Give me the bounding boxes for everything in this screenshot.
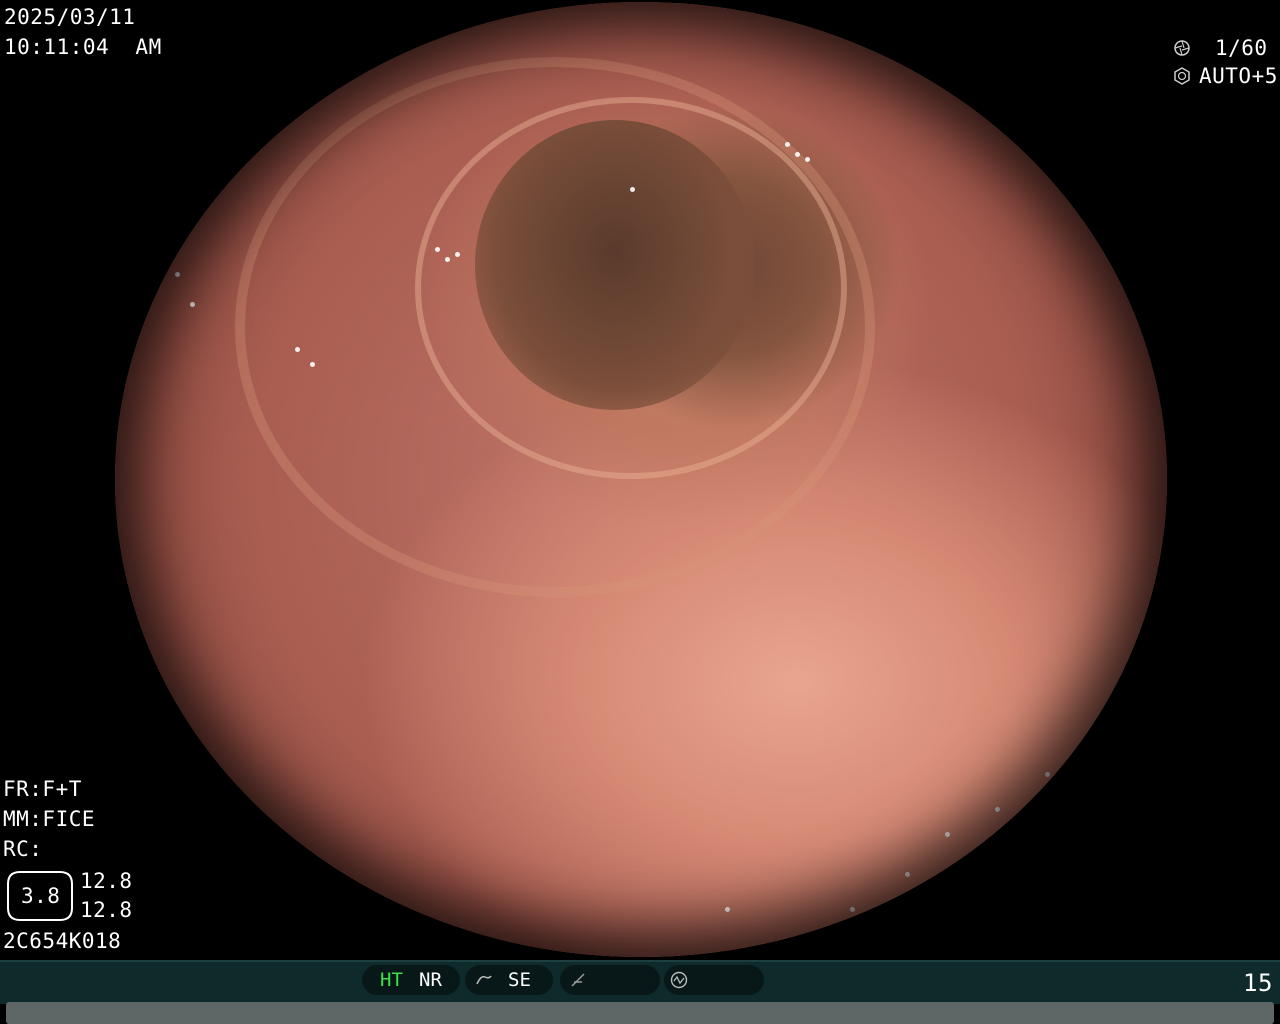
- iris-icon: [1174, 67, 1190, 85]
- reflection: [795, 152, 800, 157]
- frame-count: 15: [1243, 969, 1273, 997]
- reflection: [175, 272, 180, 277]
- reflection: [190, 302, 195, 307]
- curve-icon: [476, 975, 492, 985]
- edge-icon: [571, 973, 585, 987]
- mm-setting: MM:FICE: [3, 807, 96, 831]
- reflection: [295, 347, 300, 352]
- shutter-icon: [1174, 40, 1190, 56]
- endoscope-view: [115, 2, 1167, 957]
- mucosal-fold: [415, 97, 847, 479]
- waveform-icon: [670, 971, 688, 989]
- value-bottom: 12.8: [80, 898, 133, 922]
- exam-date: 2025/03/11: [4, 5, 136, 29]
- ring-value: 3.8: [21, 884, 61, 908]
- reflection: [725, 907, 730, 912]
- value-top: 12.8: [80, 869, 133, 893]
- reflection: [850, 907, 855, 912]
- reflection: [945, 832, 950, 837]
- fr-setting: FR:F+T: [3, 777, 82, 801]
- mucosal-fold: [235, 57, 875, 597]
- reflection: [310, 362, 315, 367]
- reflection: [1045, 772, 1050, 777]
- ht-indicator: HT: [380, 969, 403, 991]
- reflection: [905, 872, 910, 877]
- reflection: [435, 247, 440, 252]
- ht-nr-group: [362, 965, 460, 995]
- rc-setting: RC:: [3, 837, 43, 861]
- shutter-speed: 1/60: [1215, 36, 1268, 60]
- reflection: [445, 257, 450, 262]
- se-indicator: SE: [508, 969, 531, 991]
- reflection: [785, 142, 790, 147]
- reflection: [455, 252, 460, 257]
- lumen-opening: [475, 120, 755, 410]
- nr-indicator: NR: [419, 969, 442, 991]
- iris-mode: AUTO+5: [1199, 64, 1278, 88]
- reflection: [630, 187, 635, 192]
- exam-time: 10:11:04 AM: [4, 35, 162, 59]
- bottom-strip: [6, 1002, 1274, 1024]
- reflection: [805, 157, 810, 162]
- scope-id: 2C654K018: [3, 929, 122, 953]
- reflection: [995, 807, 1000, 812]
